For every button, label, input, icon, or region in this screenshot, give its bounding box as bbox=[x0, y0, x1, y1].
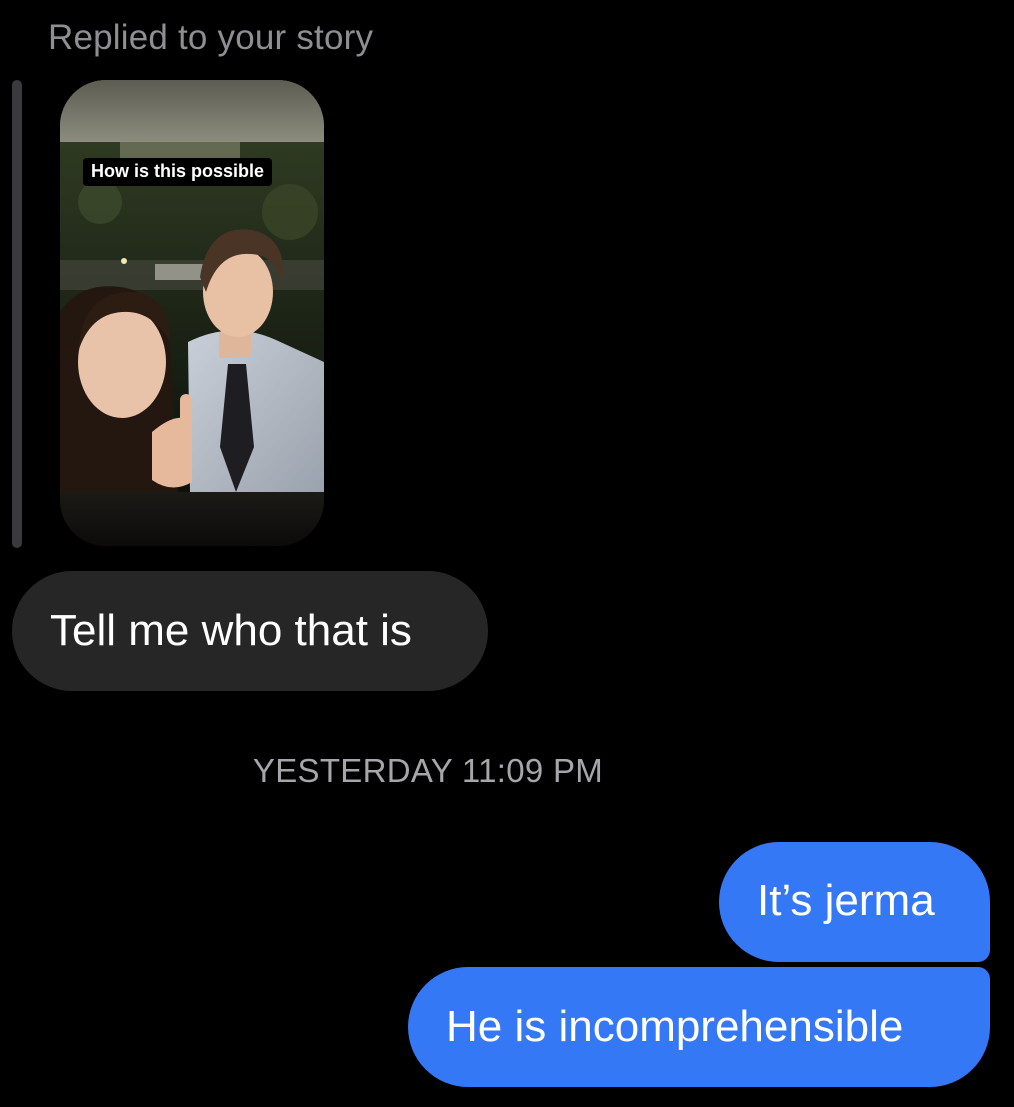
conversation-view: Replied to your story How is this possib… bbox=[0, 0, 1014, 1107]
sent-message-bubble[interactable]: It’s jerma bbox=[719, 842, 990, 962]
story-bottom-band bbox=[60, 492, 324, 546]
reply-indicator-bar bbox=[12, 80, 22, 548]
story-photo bbox=[60, 142, 324, 492]
story-thumbnail[interactable]: How is this possible bbox=[60, 80, 324, 546]
story-top-band bbox=[60, 80, 324, 142]
story-reply-caption: Replied to your story bbox=[48, 18, 374, 57]
story-text-sticker: How is this possible bbox=[83, 158, 273, 186]
message-timestamp: YESTERDAY 11:09 PM bbox=[252, 752, 604, 789]
received-message-bubble[interactable]: Tell me who that is bbox=[12, 571, 488, 691]
sent-message-bubble[interactable]: He is incomprehensible bbox=[408, 967, 990, 1087]
